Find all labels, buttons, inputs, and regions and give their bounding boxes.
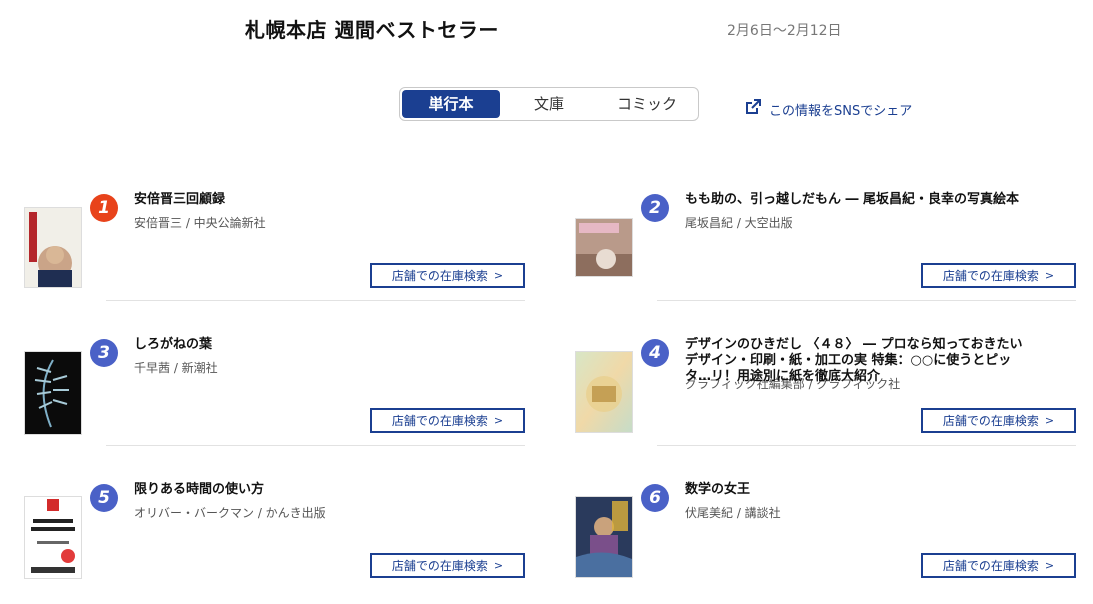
stock-search-button-2[interactable]: 店舗での在庫検索 > — [921, 263, 1076, 288]
book-cover-5[interactable] — [24, 496, 82, 579]
chevron-right-icon: > — [493, 414, 504, 427]
book-title-3[interactable]: しろがねの葉 — [134, 337, 484, 353]
book-title-2[interactable]: もも助の、引っ越しだもん ― 尾坂昌紀・良幸の写真絵本 — [685, 192, 1035, 208]
book-title-6[interactable]: 数学の女王 — [685, 482, 1035, 498]
book-cover-6[interactable] — [575, 496, 633, 578]
chevron-right-icon: > — [493, 559, 504, 572]
bestseller-item-4: 4 デザインのひきだし 〈４８〉 ― プロなら知っておきたいデザイン・印刷・紙・… — [575, 337, 1076, 459]
stock-search-label-2: 店舗での在庫検索 — [942, 269, 1039, 283]
book-author-5: オリバー・バークマン / かんき出版 — [134, 506, 326, 520]
rank-badge-1: 1 — [90, 194, 118, 222]
tab-bunko[interactable]: 文庫 — [500, 90, 598, 118]
date-range: 2月6日～2月12日 — [727, 23, 842, 39]
format-tabs: 単行本 文庫 コミック — [399, 87, 699, 121]
page-title: 札幌本店 週間ベストセラー — [245, 18, 499, 42]
chevron-right-icon: > — [1044, 269, 1055, 282]
stock-search-button-3[interactable]: 店舗での在庫検索 > — [370, 408, 525, 433]
book-cover-3[interactable] — [24, 351, 82, 435]
bestseller-item-5: 5 限りある時間の使い方 オリバー・バークマン / かんき出版 店舗での在庫検索… — [24, 482, 525, 604]
stock-search-button-5[interactable]: 店舗での在庫検索 > — [370, 553, 525, 578]
book-cover-4[interactable] — [575, 351, 633, 433]
rank-badge-3: 3 — [90, 339, 118, 367]
rank-badge-6: 6 — [641, 484, 669, 512]
book-title-4[interactable]: デザインのひきだし 〈４８〉 ― プロなら知っておきたいデザイン・印刷・紙・加工… — [685, 337, 1035, 385]
book-cover-2[interactable] — [575, 218, 633, 277]
stock-search-button-6[interactable]: 店舗での在庫検索 > — [921, 553, 1076, 578]
bestseller-item-6: 6 数学の女王 伏尾美紀 / 講談社 店舗での在庫検索 > — [575, 482, 1076, 604]
rank-badge-4: 4 — [641, 339, 669, 367]
stock-search-button-4[interactable]: 店舗での在庫検索 > — [921, 408, 1076, 433]
stock-search-label-4: 店舗での在庫検索 — [942, 414, 1039, 428]
rank-badge-2: 2 — [641, 194, 669, 222]
book-cover-1[interactable] — [24, 207, 82, 288]
stock-search-label-6: 店舗での在庫検索 — [942, 559, 1039, 573]
book-title-1[interactable]: 安倍晋三回顧録 — [134, 192, 484, 208]
item-divider-1 — [106, 300, 525, 301]
book-author-1: 安倍晋三 / 中央公論新社 — [134, 216, 266, 230]
stock-search-label-1: 店舗での在庫検索 — [391, 269, 488, 283]
stock-search-label-3: 店舗での在庫検索 — [391, 414, 488, 428]
bestseller-item-1: 1 安倍晋三回顧録 安倍晋三 / 中央公論新社 店舗での在庫検索 > — [24, 192, 525, 314]
sns-share-link[interactable]: この情報をSNSでシェア — [745, 99, 912, 119]
bestseller-item-3: 3 しろがねの葉 千早茜 / 新潮社 店舗での在庫検索 > — [24, 337, 525, 459]
book-title-5[interactable]: 限りある時間の使い方 — [134, 482, 484, 498]
item-divider-2 — [657, 300, 1076, 301]
item-divider-4 — [657, 445, 1076, 446]
book-author-3: 千早茜 / 新潮社 — [134, 361, 218, 375]
tab-comic[interactable]: コミック — [598, 90, 696, 118]
rank-badge-5: 5 — [90, 484, 118, 512]
chevron-right-icon: > — [1044, 559, 1055, 572]
chevron-right-icon: > — [1044, 414, 1055, 427]
stock-search-label-5: 店舗での在庫検索 — [391, 559, 488, 573]
sns-share-label: この情報をSNSでシェア — [769, 103, 913, 119]
stock-search-button-1[interactable]: 店舗での在庫検索 > — [370, 263, 525, 288]
external-link-icon — [745, 99, 769, 119]
bestseller-item-2: 2 もも助の、引っ越しだもん ― 尾坂昌紀・良幸の写真絵本 尾坂昌紀 / 大空出… — [575, 192, 1076, 314]
book-author-2: 尾坂昌紀 / 大空出版 — [685, 216, 793, 230]
chevron-right-icon: > — [493, 269, 504, 282]
book-author-6: 伏尾美紀 / 講談社 — [685, 506, 781, 520]
tab-tankobon[interactable]: 単行本 — [402, 90, 500, 118]
item-divider-3 — [106, 445, 525, 446]
